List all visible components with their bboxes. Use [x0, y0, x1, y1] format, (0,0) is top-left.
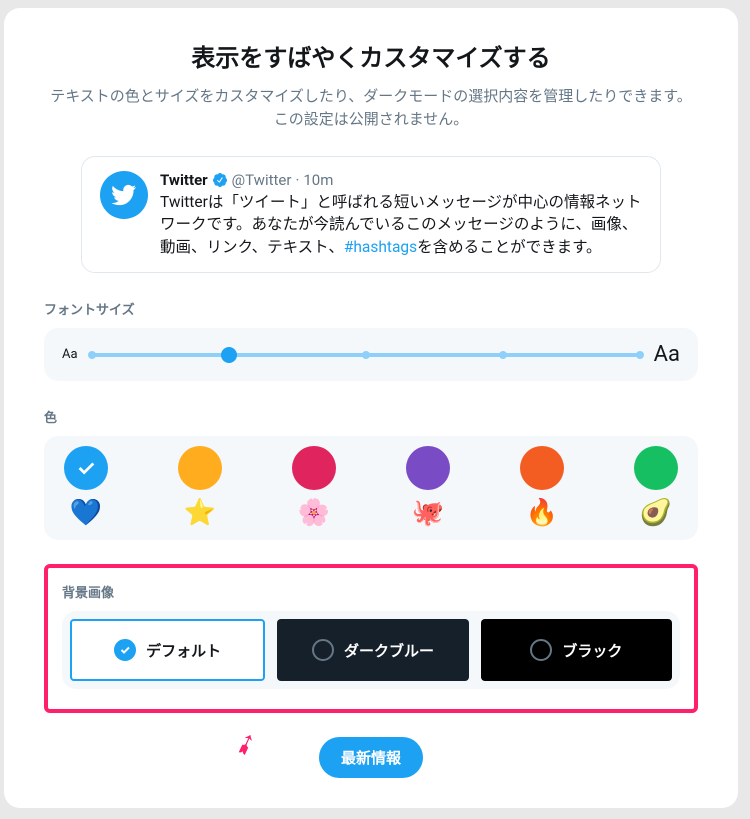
color-option-blue[interactable]: 💙 [64, 446, 108, 528]
slider-stop [362, 351, 370, 359]
background-option-label: ダークブルー [344, 640, 434, 661]
color-option-yellow[interactable]: ⭐ [178, 446, 222, 528]
color-swatch [64, 446, 108, 490]
tweet-content: Twitter @Twitter · 10m Twitterは「ツイート」と呼ば… [160, 171, 642, 258]
fontsize-slider[interactable] [92, 353, 640, 357]
background-section-highlight: 背景画像 デフォルト ダークブルー ブラック [44, 564, 698, 713]
color-emoji: 💙 [70, 498, 102, 528]
tweet-separator: · [295, 171, 299, 189]
color-option-pink[interactable]: 🌸 [292, 446, 336, 528]
done-button[interactable]: 最新情報 [319, 737, 423, 778]
twitter-avatar [100, 171, 148, 219]
tweet-hashtag[interactable]: #hashtags [344, 238, 417, 256]
color-swatch [406, 446, 450, 490]
color-emoji: 🌸 [298, 498, 330, 528]
background-option-label: デフォルト [146, 640, 221, 661]
tweet-text: Twitterは「ツイート」と呼ばれる短いメッセージが中心の情報ネットワークです… [160, 191, 642, 258]
slider-stop [636, 351, 644, 359]
color-swatch [178, 446, 222, 490]
fontsize-label: フォントサイズ [44, 299, 698, 318]
tweet-handle: @Twitter [232, 171, 292, 189]
fontsize-large-indicator: Aa [654, 342, 680, 367]
radio-unchecked-icon [312, 639, 334, 661]
background-option-label: ブラック [562, 640, 622, 661]
color-option-green[interactable]: 🥑 [634, 446, 678, 528]
color-emoji: 🔥 [526, 498, 558, 528]
verified-badge-icon [212, 172, 228, 188]
tweet-header: Twitter @Twitter · 10m [160, 171, 642, 189]
dialog-title: 表示をすばやくカスタマイズする [44, 38, 698, 73]
background-options-row: デフォルト ダークブルー ブラック [62, 611, 680, 689]
background-option-black[interactable]: ブラック [481, 619, 672, 681]
color-label: 色 [44, 407, 698, 426]
tweet-text-after: を含めることができます。 [417, 238, 601, 256]
fontsize-small-indicator: Aa [62, 347, 78, 362]
color-emoji: ⭐ [184, 498, 216, 528]
background-option-default[interactable]: デフォルト [70, 619, 265, 681]
color-swatch [292, 446, 336, 490]
color-emoji: 🥑 [640, 498, 672, 528]
color-swatch [634, 446, 678, 490]
tweet-time: 10m [303, 171, 333, 189]
sample-tweet: Twitter @Twitter · 10m Twitterは「ツイート」と呼ば… [81, 156, 661, 273]
background-label: 背景画像 [62, 582, 680, 601]
slider-knob[interactable] [221, 347, 237, 363]
color-options-row: 💙 ⭐ 🌸 🐙 🔥 🥑 [44, 436, 698, 540]
dialog-subtitle: テキストの色とサイズをカスタマイズしたり、ダークモードの選択内容を管理したりでき… [44, 85, 698, 130]
color-swatch [520, 446, 564, 490]
fontsize-slider-container: Aa Aa [44, 328, 698, 381]
tweet-author-name: Twitter [160, 171, 208, 189]
display-customize-dialog: 表示をすばやくカスタマイズする テキストの色とサイズをカスタマイズしたり、ダーク… [4, 8, 738, 808]
twitter-bird-icon [111, 182, 137, 208]
dialog-footer: ➹ 最新情報 [44, 737, 698, 778]
color-option-orange[interactable]: 🔥 [520, 446, 564, 528]
slider-stop [88, 351, 96, 359]
color-option-purple[interactable]: 🐙 [406, 446, 450, 528]
color-emoji: 🐙 [412, 498, 444, 528]
slider-stop [499, 351, 507, 359]
checkmark-icon [75, 457, 97, 479]
annotation-arrow-icon: ➹ [229, 724, 262, 763]
background-option-dim[interactable]: ダークブルー [277, 619, 468, 681]
radio-checked-icon [114, 639, 136, 661]
radio-unchecked-icon [530, 639, 552, 661]
